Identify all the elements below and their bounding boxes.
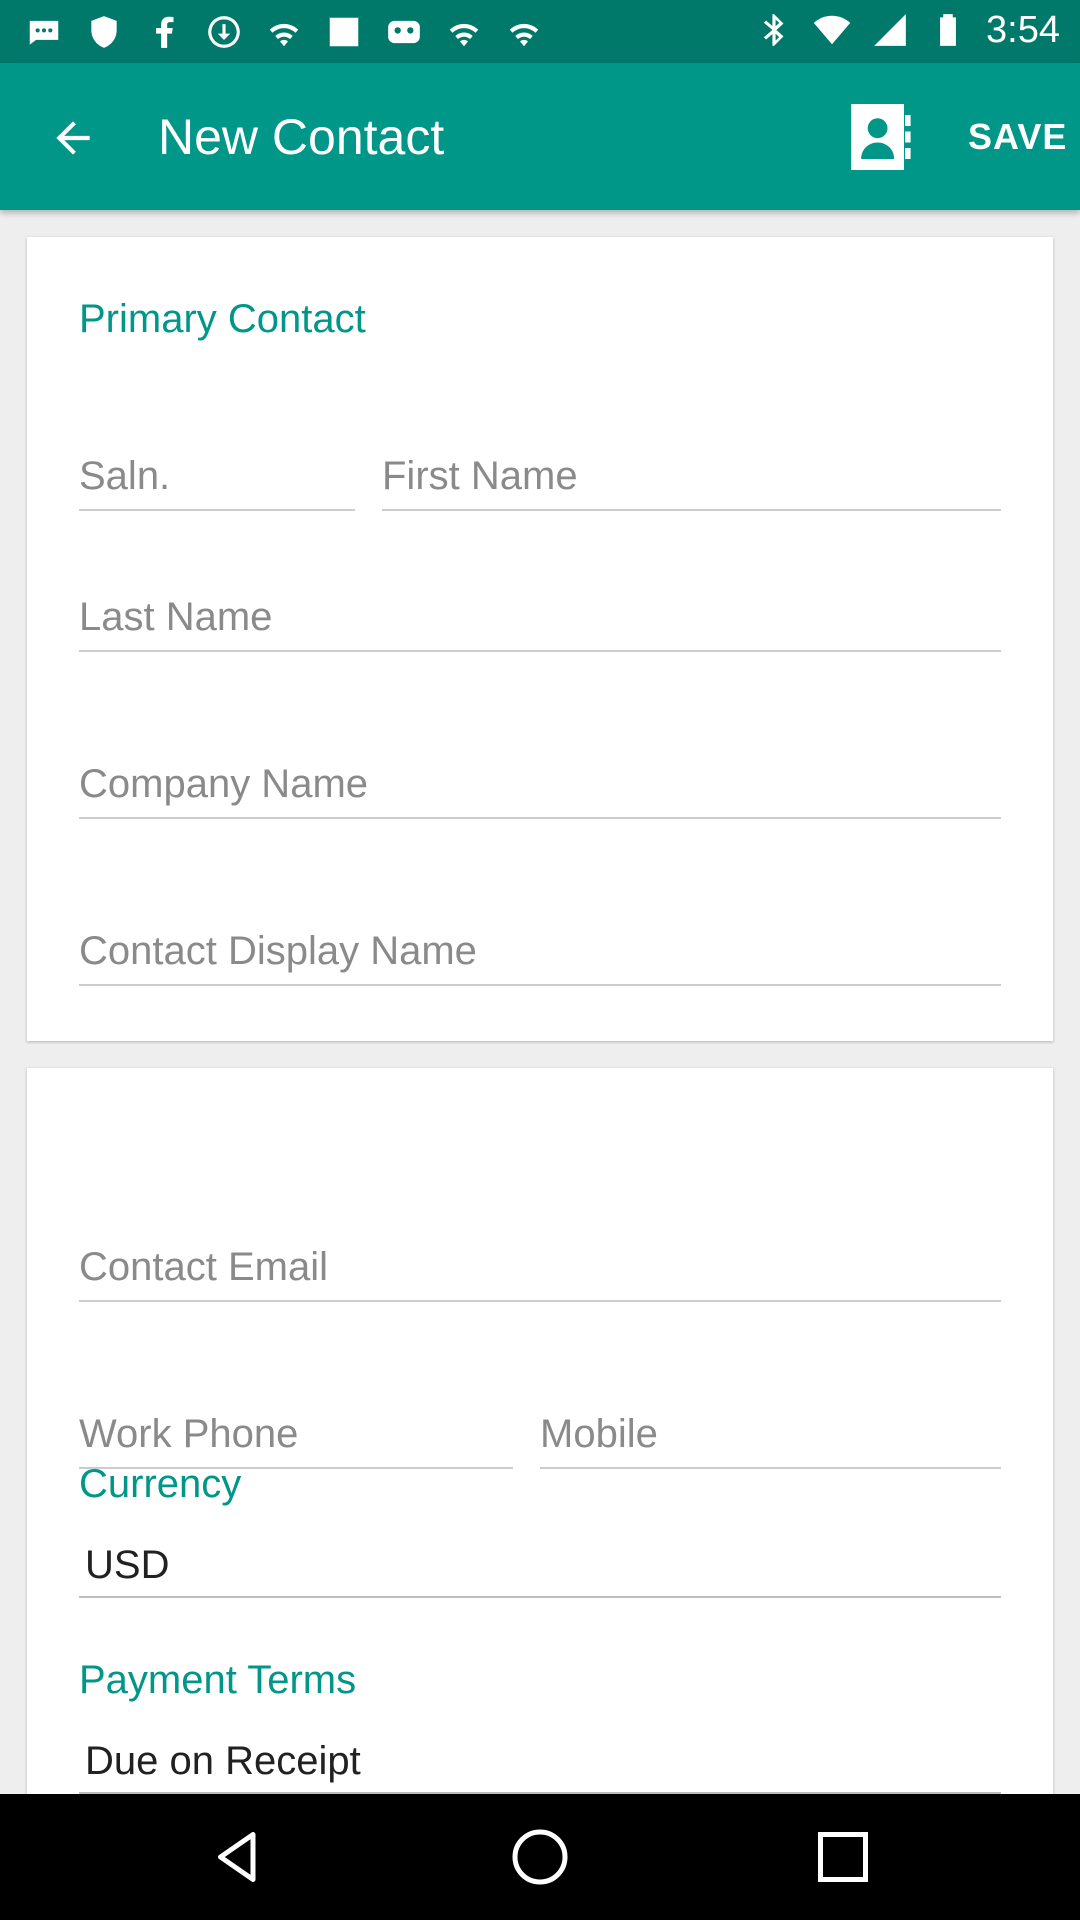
wifi-icon	[504, 10, 544, 54]
save-button[interactable]: SAVE	[968, 115, 1067, 159]
app-bar: New Contact SAVE	[0, 63, 1080, 210]
first-name-field[interactable]: First Name	[382, 441, 1001, 511]
page-title: New Contact	[158, 109, 445, 165]
currency-label: Currency	[79, 1462, 242, 1506]
status-time: 3:54	[986, 8, 1060, 51]
last-name-field[interactable]: Last Name	[79, 582, 1001, 652]
currency-select[interactable]: USD	[79, 1528, 1001, 1598]
status-bar-system: 3:54	[754, 8, 1060, 52]
wifi-icon	[812, 8, 852, 52]
payment-terms-label: Payment Terms	[79, 1658, 357, 1702]
triangle-back-icon	[218, 1832, 256, 1882]
first-name-placeholder: First Name	[382, 454, 578, 498]
circle-home-icon	[512, 1829, 568, 1885]
gamepad-icon	[384, 10, 424, 54]
payment-terms-value: Due on Receipt	[85, 1739, 361, 1783]
work-phone-field[interactable]: Work Phone	[79, 1399, 513, 1469]
arrow-back-icon	[56, 121, 90, 155]
nav-recents-button[interactable]	[808, 1822, 878, 1892]
last-name-placeholder: Last Name	[79, 595, 273, 639]
mobile-placeholder: Mobile	[540, 1412, 658, 1456]
signal-icon	[870, 8, 910, 52]
back-button[interactable]	[40, 105, 106, 171]
square-icon	[324, 10, 364, 54]
contact-details-card: Contact Email Work Phone Mobile Currency…	[27, 1068, 1053, 1808]
import-contact-button[interactable]	[846, 101, 918, 173]
salutation-placeholder: Saln.	[79, 454, 171, 498]
nav-home-button[interactable]	[505, 1822, 575, 1892]
nav-back-button[interactable]	[203, 1822, 273, 1892]
status-bar: 3:54	[0, 0, 1080, 63]
bluetooth-icon	[754, 8, 794, 52]
currency-value: USD	[85, 1543, 170, 1587]
navigation-bar	[0, 1794, 1080, 1920]
square-recents-icon	[818, 1832, 868, 1882]
wifi-icon	[264, 10, 304, 54]
salutation-field[interactable]: Saln.	[79, 441, 355, 511]
facebook-icon	[144, 10, 184, 54]
company-name-placeholder: Company Name	[79, 762, 369, 806]
primary-contact-card: Primary Contact Saln. First Name Last Na…	[27, 237, 1053, 1041]
payment-terms-select[interactable]: Due on Receipt	[79, 1724, 1001, 1794]
shield-icon	[84, 10, 124, 54]
battery-icon	[928, 8, 968, 52]
contact-book-icon	[851, 104, 911, 170]
work-phone-placeholder: Work Phone	[79, 1412, 299, 1456]
mobile-field[interactable]: Mobile	[540, 1399, 1001, 1469]
status-bar-notifications	[24, 10, 544, 54]
company-name-field[interactable]: Company Name	[79, 749, 1001, 819]
download-icon	[204, 10, 244, 54]
primary-contact-heading: Primary Contact	[79, 297, 366, 341]
contact-email-field[interactable]: Contact Email	[79, 1232, 1001, 1302]
contact-display-name-placeholder: Contact Display Name	[79, 929, 477, 973]
wifi-icon	[444, 10, 484, 54]
contact-display-name-field[interactable]: Contact Display Name	[79, 916, 1001, 986]
message-icon	[24, 10, 64, 54]
contact-email-placeholder: Contact Email	[79, 1245, 328, 1289]
